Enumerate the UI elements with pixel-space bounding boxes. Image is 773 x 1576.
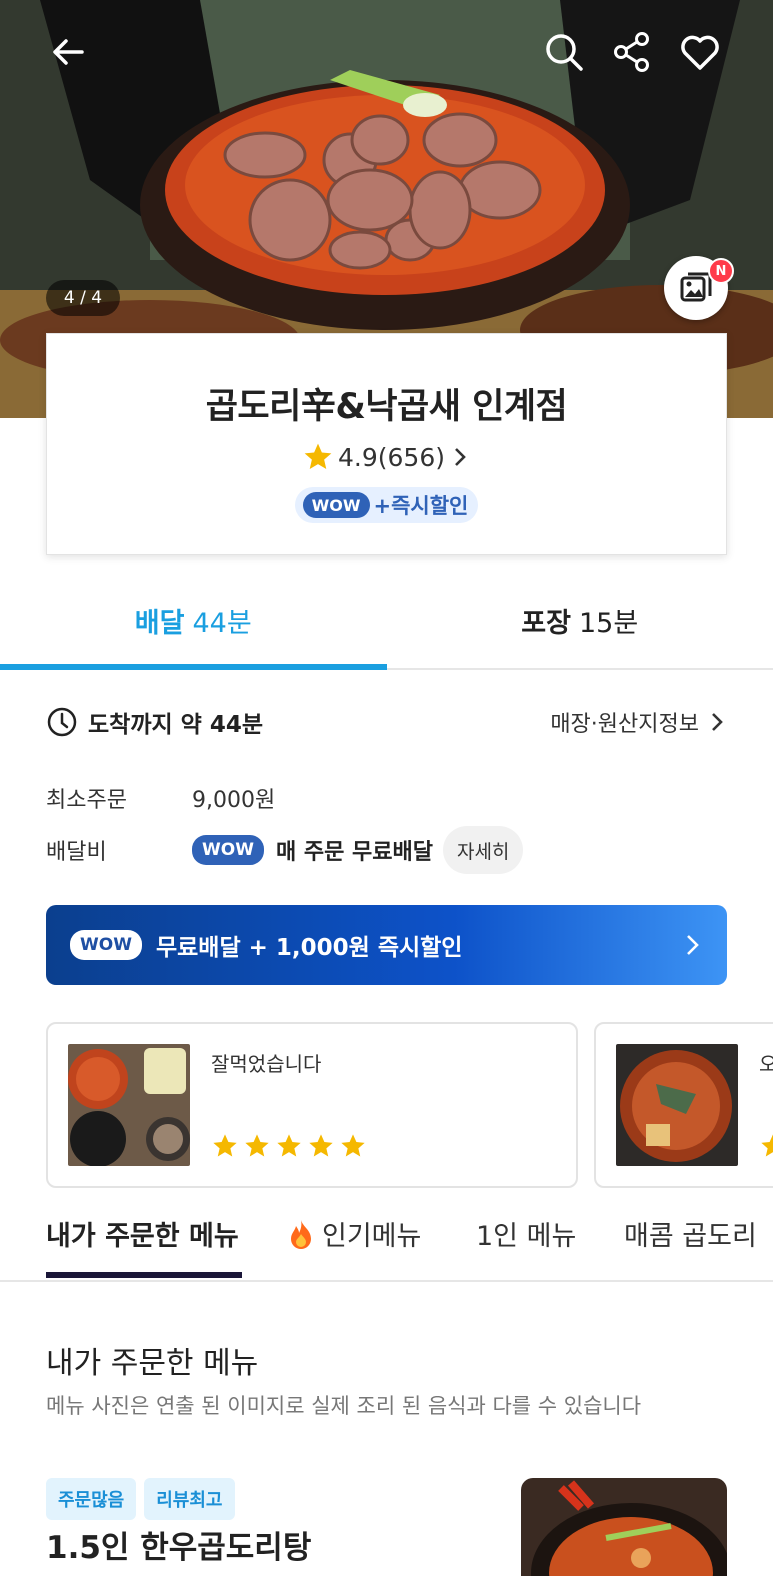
search-icon (546, 34, 583, 71)
chevron-right-icon (687, 935, 699, 955)
wow-promo-banner[interactable]: WOW 무료배달 + 1,000원 즉시할인 (46, 905, 727, 985)
review-card[interactable]: 오 (594, 1022, 773, 1188)
fire-icon (291, 1219, 311, 1249)
arrival-row: 도착까지 약 44분 매장·원산지정보 (46, 705, 727, 739)
star-icon (245, 1134, 269, 1157)
gallery-icon (680, 272, 712, 302)
chevron-right-icon (712, 713, 723, 731)
store-info-card: 곱도리辛&낙곱새 인계점 4.9(656) WOW +즉시할인 (46, 333, 727, 555)
wow-discount-pill: WOW +즉시할인 (294, 487, 479, 523)
delivery-fee-row: 배달비 WOW 매 주문 무료배달 자세히 (46, 826, 524, 874)
review-stars (211, 1132, 367, 1160)
tab-single-menu[interactable]: 1인 메뉴 (476, 1214, 576, 1253)
search-button[interactable] (540, 28, 588, 76)
star-icon (213, 1134, 237, 1157)
tab-takeout-label: 포장 (521, 607, 571, 639)
tab-label: 인기메뉴 (322, 1221, 422, 1252)
tag-best-reviews: 리뷰최고 (144, 1478, 235, 1520)
tab-delivery-label: 배달 (134, 607, 185, 639)
review-text: 오 (759, 1048, 773, 1077)
review-text: 잘먹었습니다 (211, 1052, 322, 1076)
menu-item-name[interactable]: 1.5인 한우곱도리탕 (46, 1522, 311, 1567)
chevron-right-icon (455, 448, 466, 466)
min-order-row: 최소주문 9,000원 (46, 782, 275, 814)
wow-badge: WOW (192, 835, 264, 865)
min-order-value: 9,000원 (192, 788, 276, 813)
tab-takeout[interactable]: 포장 15분 (387, 572, 773, 668)
tab-my-ordered-menu[interactable]: 내가 주문한 메뉴 (46, 1214, 239, 1253)
detail-button[interactable]: 자세히 (442, 826, 524, 874)
back-arrow-icon (53, 39, 84, 65)
tag-popular-orders: 주문많음 (46, 1478, 137, 1520)
tab-label: 내가 주문한 메뉴 (46, 1221, 239, 1252)
delivery-mode-tabs: 배달 44분 포장 15분 (0, 572, 773, 670)
star-icon (341, 1134, 365, 1157)
wow-promo-text: +즉시할인 (373, 494, 469, 518)
review-card[interactable]: 잘먹었습니다 (46, 1022, 578, 1188)
tab-label: 매콤 곱도리 (624, 1221, 757, 1252)
tab-spicy-gopdori[interactable]: 매콤 곱도리 (624, 1214, 757, 1253)
share-icon (614, 32, 649, 72)
store-origin-info-link[interactable]: 매장·원산지정보 (550, 706, 727, 738)
menu-item-photo[interactable] (521, 1478, 727, 1576)
min-order-label: 최소주문 (46, 788, 127, 813)
clock-icon (47, 707, 77, 737)
store-name: 곱도리辛&낙곱새 인계점 (205, 387, 568, 427)
arrival-time-text: 도착까지 약 44분 (88, 712, 263, 738)
review-photo (68, 1044, 190, 1166)
star-icon (277, 1134, 301, 1157)
review-stars (759, 1132, 773, 1160)
star-icon (761, 1134, 773, 1157)
tab-delivery[interactable]: 배달 44분 (0, 572, 387, 670)
delivery-fee-label: 배달비 (46, 840, 107, 865)
new-badge: N (708, 258, 734, 284)
share-button[interactable] (608, 28, 656, 76)
banner-text: 무료배달 + 1,000원 즉시할인 (155, 935, 463, 961)
favorite-button[interactable] (676, 28, 724, 76)
review-photo (616, 1044, 738, 1166)
back-button[interactable] (44, 28, 92, 76)
active-tab-indicator (46, 1272, 242, 1278)
tab-label: 1인 메뉴 (476, 1221, 577, 1252)
star-icon (304, 443, 332, 469)
section-title: 내가 주문한 메뉴 (46, 1346, 259, 1381)
wow-badge: WOW (70, 930, 142, 960)
section-disclaimer: 메뉴 사진은 연출 된 이미지로 실제 조리 된 음식과 다를 수 있습니다 (46, 1394, 642, 1418)
tab-delivery-time: 44분 (192, 607, 252, 639)
star-icon (309, 1134, 333, 1157)
rating-link[interactable]: 4.9(656) (47, 441, 726, 473)
tab-takeout-time: 15분 (578, 607, 639, 639)
wow-badge: WOW (302, 492, 370, 518)
heart-icon (681, 35, 719, 70)
tab-popular-menu[interactable]: 인기메뉴 (286, 1214, 421, 1253)
rating-value: 4.9(656) (338, 442, 445, 472)
menu-category-tabs: 내가 주문한 메뉴 인기메뉴 1인 메뉴 매콤 곱도리 (0, 1196, 773, 1282)
menu-item-tags: 주문많음 리뷰최고 (46, 1478, 235, 1520)
image-counter: 4 / 4 (46, 280, 120, 316)
origin-link-label: 매장·원산지정보 (550, 712, 699, 737)
delivery-fee-value: 매 주문 무료배달 (275, 840, 433, 865)
